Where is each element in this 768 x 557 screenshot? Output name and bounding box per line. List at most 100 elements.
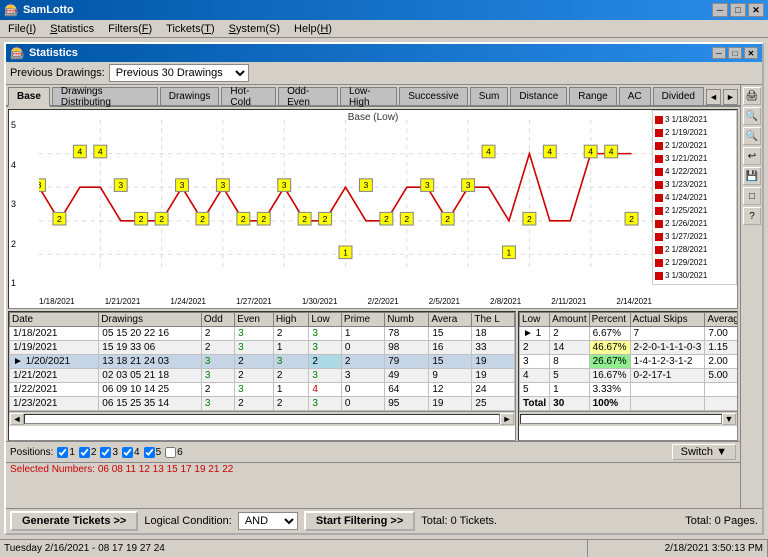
x-axis-labels: 1/18/2021 1/21/2021 1/24/2021 1/27/2021 … [39, 297, 652, 306]
maximize-btn[interactable]: □ [730, 3, 746, 17]
stats-row[interactable]: 4 5 16.67% 0-2-17-1 5.00 [520, 369, 738, 383]
stats-scroll-down[interactable]: ▼ [722, 413, 736, 425]
stats-minimize-btn[interactable]: ─ [712, 47, 726, 59]
stats-row[interactable]: 2 14 46.67% 2-2-0-1-1-1-0-3 1.15 [520, 341, 738, 355]
tab-successive[interactable]: Successive [399, 87, 468, 105]
close-btn[interactable]: ✕ [748, 3, 764, 17]
col-high[interactable]: High [273, 313, 309, 327]
tab-low-high[interactable]: Low-High [340, 87, 397, 105]
zoom-out-icon[interactable]: 🔍 [743, 127, 761, 145]
pos5-checkbox[interactable] [144, 447, 155, 458]
svg-text:3: 3 [221, 180, 226, 190]
pos1-checkbox[interactable] [57, 447, 68, 458]
pos3-checkbox[interactable] [100, 447, 111, 458]
menu-system[interactable]: System(S) [223, 22, 286, 36]
stats-row[interactable]: 5 1 3.33% [520, 383, 738, 397]
svg-text:2: 2 [57, 214, 62, 224]
window-icon[interactable]: □ [743, 187, 761, 205]
switch-button[interactable]: Switch ▼ [672, 444, 736, 460]
position-3[interactable]: 3 [100, 447, 118, 458]
position-6[interactable]: 6 [165, 447, 183, 458]
position-1[interactable]: 1 [57, 447, 75, 458]
col-thel[interactable]: The L [472, 313, 515, 327]
print-icon[interactable]: 🖨 [743, 87, 761, 105]
table-row[interactable]: 1/21/2021 02 03 05 21 18 3 2 2 3 3 49 [10, 369, 515, 383]
col-odd[interactable]: Odd [201, 313, 234, 327]
stats-maximize-btn[interactable]: □ [728, 47, 742, 59]
menu-help[interactable]: Help(H) [288, 22, 338, 36]
chart-svg: 3 2 4 4 [39, 120, 652, 288]
toolbar: Previous Drawings: Previous 30 Drawings … [6, 62, 762, 85]
col-even[interactable]: Even [235, 313, 274, 327]
positions-bar: Positions: 1 2 3 [6, 441, 740, 462]
svg-text:2: 2 [159, 214, 164, 224]
tab-divided[interactable]: Divided [653, 87, 704, 105]
position-4[interactable]: 4 [122, 447, 140, 458]
svg-text:4: 4 [609, 147, 614, 157]
scroll-right[interactable]: ► [500, 413, 514, 425]
tab-sum[interactable]: Sum [470, 87, 509, 105]
col-drawings[interactable]: Drawings [99, 313, 202, 327]
svg-text:3: 3 [466, 180, 471, 190]
pos4-checkbox[interactable] [122, 447, 133, 458]
table-row[interactable]: 1/18/2021 05 15 20 22 16 2 3 2 3 1 78 [10, 327, 515, 341]
status-bar: Tuesday 2/16/2021 - 08 17 19 27 24 2/18/… [0, 539, 768, 557]
stats-data-table: Low Amount Percent Actual Skips Average … [518, 311, 738, 441]
stats-row[interactable]: 3 8 26.67% 1-4-1-2-3-1-2 2.00 [520, 355, 738, 369]
svg-text:2: 2 [384, 214, 389, 224]
col-avera[interactable]: Avera [429, 313, 472, 327]
col-numb[interactable]: Numb [385, 313, 429, 327]
tab-drawings[interactable]: Drawings [160, 87, 220, 105]
tab-hot-cold[interactable]: Hot-Cold [221, 87, 276, 105]
position-5[interactable]: 5 [144, 447, 162, 458]
tab-range[interactable]: Range [569, 87, 616, 105]
table-row[interactable]: 1/22/2021 06 09 10 14 25 2 3 1 4 0 64 [10, 383, 515, 397]
col-prime[interactable]: Prime [341, 313, 384, 327]
save-icon[interactable]: 💾 [743, 167, 761, 185]
stats-close-btn[interactable]: ✕ [744, 47, 758, 59]
table-row[interactable]: 1/19/2021 15 19 33 06 2 3 1 3 0 98 [10, 341, 515, 355]
table-row[interactable]: 1/23/2021 06 15 25 35 14 3 2 2 3 0 95 [10, 397, 515, 411]
svg-text:1: 1 [507, 248, 512, 258]
menu-statistics[interactable]: Statistics [44, 22, 100, 36]
zoom-in-icon[interactable]: 🔍 [743, 107, 761, 125]
tab-arrow-left[interactable]: ◄ [706, 89, 721, 105]
col-low[interactable]: Low [309, 313, 342, 327]
col-date[interactable]: Date [10, 313, 99, 327]
pos6-checkbox[interactable] [165, 447, 176, 458]
start-filtering-btn[interactable]: Start Filtering >> [304, 511, 415, 531]
col-percent[interactable]: Percent [589, 313, 630, 327]
tab-base[interactable]: Base [8, 87, 50, 107]
chart-title: Base (Low) [348, 112, 399, 123]
tab-distance[interactable]: Distance [510, 87, 567, 105]
col-actual-skips[interactable]: Actual Skips [630, 313, 705, 327]
app-title: SamLotto [23, 4, 74, 16]
help-icon[interactable]: ? [743, 207, 761, 225]
scroll-left[interactable]: ◄ [10, 413, 24, 425]
minimize-btn[interactable]: ─ [712, 3, 728, 17]
position-2[interactable]: 2 [79, 447, 97, 458]
status-right: 2/18/2021 3:50:13 PM [588, 540, 768, 557]
tab-arrow-right[interactable]: ► [723, 89, 738, 105]
table-row-selected[interactable]: ► 1/20/2021 13 18 21 24 03 3 2 3 2 2 79 [10, 355, 515, 369]
col-amount[interactable]: Amount [550, 313, 589, 327]
undo-icon[interactable]: ↩ [743, 147, 761, 165]
col-low[interactable]: Low [520, 313, 550, 327]
svg-text:2: 2 [323, 214, 328, 224]
logical-select[interactable]: AND OR [238, 512, 298, 530]
generate-tickets-btn[interactable]: Generate Tickets >> [10, 511, 138, 531]
stats-row[interactable]: ► 1 2 6.67% 7 7.00 [520, 327, 738, 341]
menu-filters[interactable]: Filters(F) [102, 22, 158, 36]
pos2-checkbox[interactable] [79, 447, 90, 458]
stats-row-total: Total 30 100% [520, 397, 738, 411]
tab-drawings-distributing[interactable]: Drawings Distributing [52, 87, 158, 105]
menu-tickets[interactable]: Tickets(T) [160, 22, 221, 36]
drawings-select[interactable]: Previous 30 Drawings Previous 10 Drawing… [109, 64, 249, 82]
menu-file[interactable]: File(I) [2, 22, 42, 36]
tab-odd-even[interactable]: Odd-Even [278, 87, 338, 105]
svg-text:2: 2 [200, 214, 205, 224]
col-average-s[interactable]: Average S [705, 313, 737, 327]
svg-text:4: 4 [547, 147, 552, 157]
tab-ac[interactable]: AC [619, 87, 651, 105]
svg-text:3: 3 [282, 180, 287, 190]
